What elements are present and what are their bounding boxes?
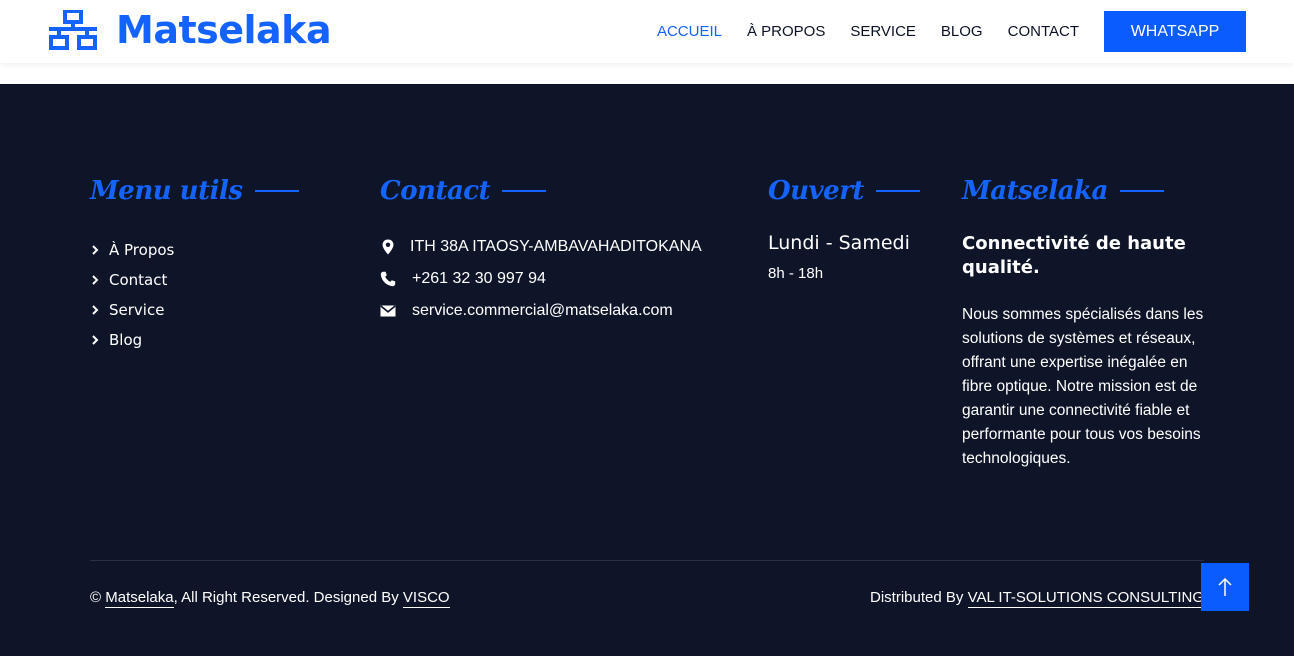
envelope-icon xyxy=(380,305,396,317)
menu-link-service[interactable]: Service xyxy=(90,295,174,325)
brand-name: Matselaka xyxy=(116,8,332,52)
contact-address-text: ITH 38A ITAOSY-AMBAVAHADITOKANA xyxy=(410,238,702,255)
about-description: Nous sommes spécialisés dans les solutio… xyxy=(962,306,1204,467)
back-to-top-button[interactable] xyxy=(1201,563,1249,611)
chevron-right-icon xyxy=(92,275,99,285)
copyright-symbol: © xyxy=(90,589,102,606)
menu-link-contact[interactable]: Contact xyxy=(90,265,174,295)
title-underline xyxy=(875,190,920,192)
hours-section-title: Ouvert xyxy=(768,176,920,206)
contact-email[interactable]: service.commercial@matselaka.com xyxy=(380,295,702,327)
contact-section-title: Contact xyxy=(380,176,547,206)
contact-email-text: service.commercial@matselaka.com xyxy=(412,302,673,319)
contact-title-text: Contact xyxy=(380,176,491,206)
contact-info-list: ITH 38A ITAOSY-AMBAVAHADITOKANA +261 32 … xyxy=(380,231,702,327)
arrow-up-icon xyxy=(1218,577,1232,596)
about-section-title: Matselaka xyxy=(962,176,1164,206)
hours-title-text: Ouvert xyxy=(768,176,864,206)
title-underline xyxy=(1119,190,1164,192)
copyright-middle-text: , All Right Reserved. Designed By xyxy=(173,589,399,606)
brand-logo[interactable]: Matselaka xyxy=(48,8,332,52)
contact-address: ITH 38A ITAOSY-AMBAVAHADITOKANA xyxy=(380,231,702,263)
network-icon xyxy=(49,10,97,50)
nav-link-blog[interactable]: BLOG xyxy=(941,23,983,40)
copyright-site-link[interactable]: Matselaka xyxy=(105,589,174,608)
whatsapp-button[interactable]: WHATSAPP xyxy=(1104,11,1246,52)
about-heading: Connectivité de haute qualité. xyxy=(962,233,1186,278)
phone-icon xyxy=(380,271,396,287)
top-navbar: Matselaka ACCUEIL À PROPOS SERVICE BLOG … xyxy=(0,0,1294,63)
distributed-prefix: Distributed By xyxy=(870,589,964,606)
nav-link-contact[interactable]: CONTACT xyxy=(1008,23,1079,40)
designer-link[interactable]: VISCO xyxy=(402,589,450,608)
footer: Menu utils À Propos Contact Service Blog… xyxy=(0,84,1294,656)
menu-title-text: Menu utils xyxy=(90,176,243,206)
chevron-right-icon xyxy=(92,305,99,315)
menu-link-label: Blog xyxy=(109,331,143,349)
title-underline xyxy=(502,190,547,192)
copyright-text: © Matselaka, All Right Reserved. Designe… xyxy=(90,589,450,608)
distributor-link[interactable]: VAL IT-SOLUTIONS CONSULTING xyxy=(967,589,1204,608)
menu-link-label: Service xyxy=(109,301,165,319)
chevron-right-icon xyxy=(92,335,99,345)
contact-phone-text: +261 32 30 997 94 xyxy=(412,270,546,287)
map-marker-icon xyxy=(382,239,394,255)
menu-link-blog[interactable]: Blog xyxy=(90,325,174,355)
nav-menu: ACCUEIL À PROPOS SERVICE BLOG CONTACT WH… xyxy=(657,0,1246,63)
contact-phone[interactable]: +261 32 30 997 94 xyxy=(380,263,702,295)
menu-link-label: À Propos xyxy=(109,241,175,259)
chevron-right-icon xyxy=(92,245,99,255)
title-underline xyxy=(254,190,299,192)
opening-hours: 8h - 18h xyxy=(768,265,824,282)
menu-link-a-propos[interactable]: À Propos xyxy=(90,235,174,265)
footer-divider xyxy=(90,560,1204,561)
nav-link-accueil[interactable]: ACCUEIL xyxy=(657,23,722,40)
about-title-text: Matselaka xyxy=(962,176,1108,206)
menu-link-label: Contact xyxy=(109,271,168,289)
distributed-by-text: Distributed By VAL IT-SOLUTIONS CONSULTI… xyxy=(870,589,1204,608)
nav-link-service[interactable]: SERVICE xyxy=(850,23,916,40)
nav-link-a-propos[interactable]: À PROPOS xyxy=(747,23,825,40)
opening-days: Lundi - Samedi xyxy=(768,232,910,254)
menu-section-title: Menu utils xyxy=(90,176,299,206)
menu-links-list: À Propos Contact Service Blog xyxy=(90,235,174,355)
